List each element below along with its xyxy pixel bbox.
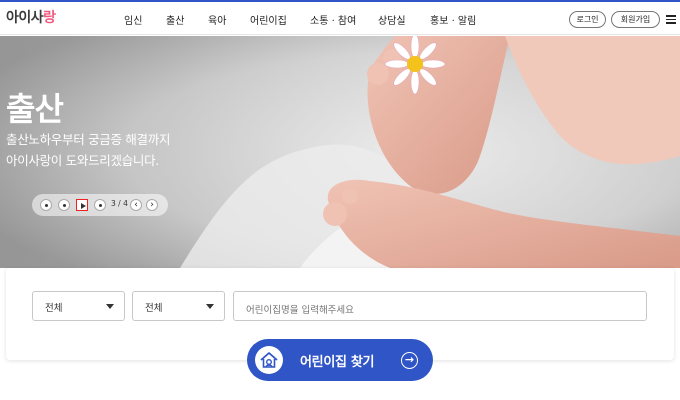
- nav-item-pregnancy[interactable]: 임신: [124, 12, 166, 27]
- house-icon: [255, 346, 283, 374]
- nav-item-news[interactable]: 홍보 · 알림: [430, 12, 490, 27]
- login-button[interactable]: 로그인: [569, 11, 606, 28]
- arrow-right-icon: →: [401, 352, 418, 369]
- slide-counter: 3 / 4: [111, 199, 128, 208]
- nav-item-birth[interactable]: 출산: [166, 12, 208, 27]
- slide-dot-2[interactable]: [58, 199, 70, 211]
- hero-title: 출산: [6, 90, 64, 128]
- slide-dot-1[interactable]: [40, 199, 52, 211]
- daycare-name-input[interactable]: [233, 291, 647, 321]
- find-daycare-button[interactable]: 어린이집 찾기 →: [247, 339, 433, 381]
- menu-icon[interactable]: [666, 15, 676, 24]
- region-select[interactable]: 전체: [32, 291, 125, 321]
- caret-down-icon: [106, 304, 114, 309]
- nav-item-community[interactable]: 소통 · 참여: [310, 12, 378, 27]
- logo-accent-text: 랑: [43, 10, 56, 26]
- header: 아이사랑 임신 출산 육아 어린이집 소통 · 참여 상담실 홍보 · 알림 로…: [0, 2, 680, 35]
- slide-dot-4[interactable]: [94, 199, 106, 211]
- slide-controls: 3 / 4 ‹ ›: [32, 194, 168, 216]
- main-nav: 임신 출산 육아 어린이집 소통 · 참여 상담실 홍보 · 알림: [124, 12, 490, 27]
- site-logo[interactable]: 아이사랑: [6, 7, 56, 27]
- district-select[interactable]: 전체: [132, 291, 225, 321]
- chevron-right-icon[interactable]: ›: [146, 199, 158, 211]
- logo-text: 아이사: [6, 10, 44, 26]
- find-daycare-label: 어린이집 찾기: [300, 355, 375, 370]
- nav-item-daycare[interactable]: 어린이집: [250, 12, 310, 27]
- region-select-value: 전체: [45, 303, 63, 314]
- district-select-value: 전체: [145, 303, 163, 314]
- chevron-left-icon[interactable]: ‹: [130, 199, 142, 211]
- hero-subtitle-line-1: 출산노하우부터 궁금증 해결까지: [6, 132, 171, 147]
- nav-item-parenting[interactable]: 육아: [208, 12, 250, 27]
- hero-subtitle-line-2: 아이사랑이 도와드리겠습니다.: [6, 153, 159, 168]
- caret-down-icon: [206, 304, 214, 309]
- hero-subtitle: 출산노하우부터 궁금증 해결까지 아이사랑이 도와드리겠습니다.: [6, 129, 170, 171]
- signup-button[interactable]: 회원가입: [611, 11, 660, 28]
- play-icon[interactable]: [76, 199, 88, 211]
- nav-item-counseling[interactable]: 상담실: [378, 12, 430, 27]
- page: 아이사랑 임신 출산 육아 어린이집 소통 · 참여 상담실 홍보 · 알림 로…: [0, 0, 680, 400]
- hero-banner: 출산 출산노하우부터 궁금증 해결까지 아이사랑이 도와드리겠습니다. 3 / …: [0, 36, 680, 268]
